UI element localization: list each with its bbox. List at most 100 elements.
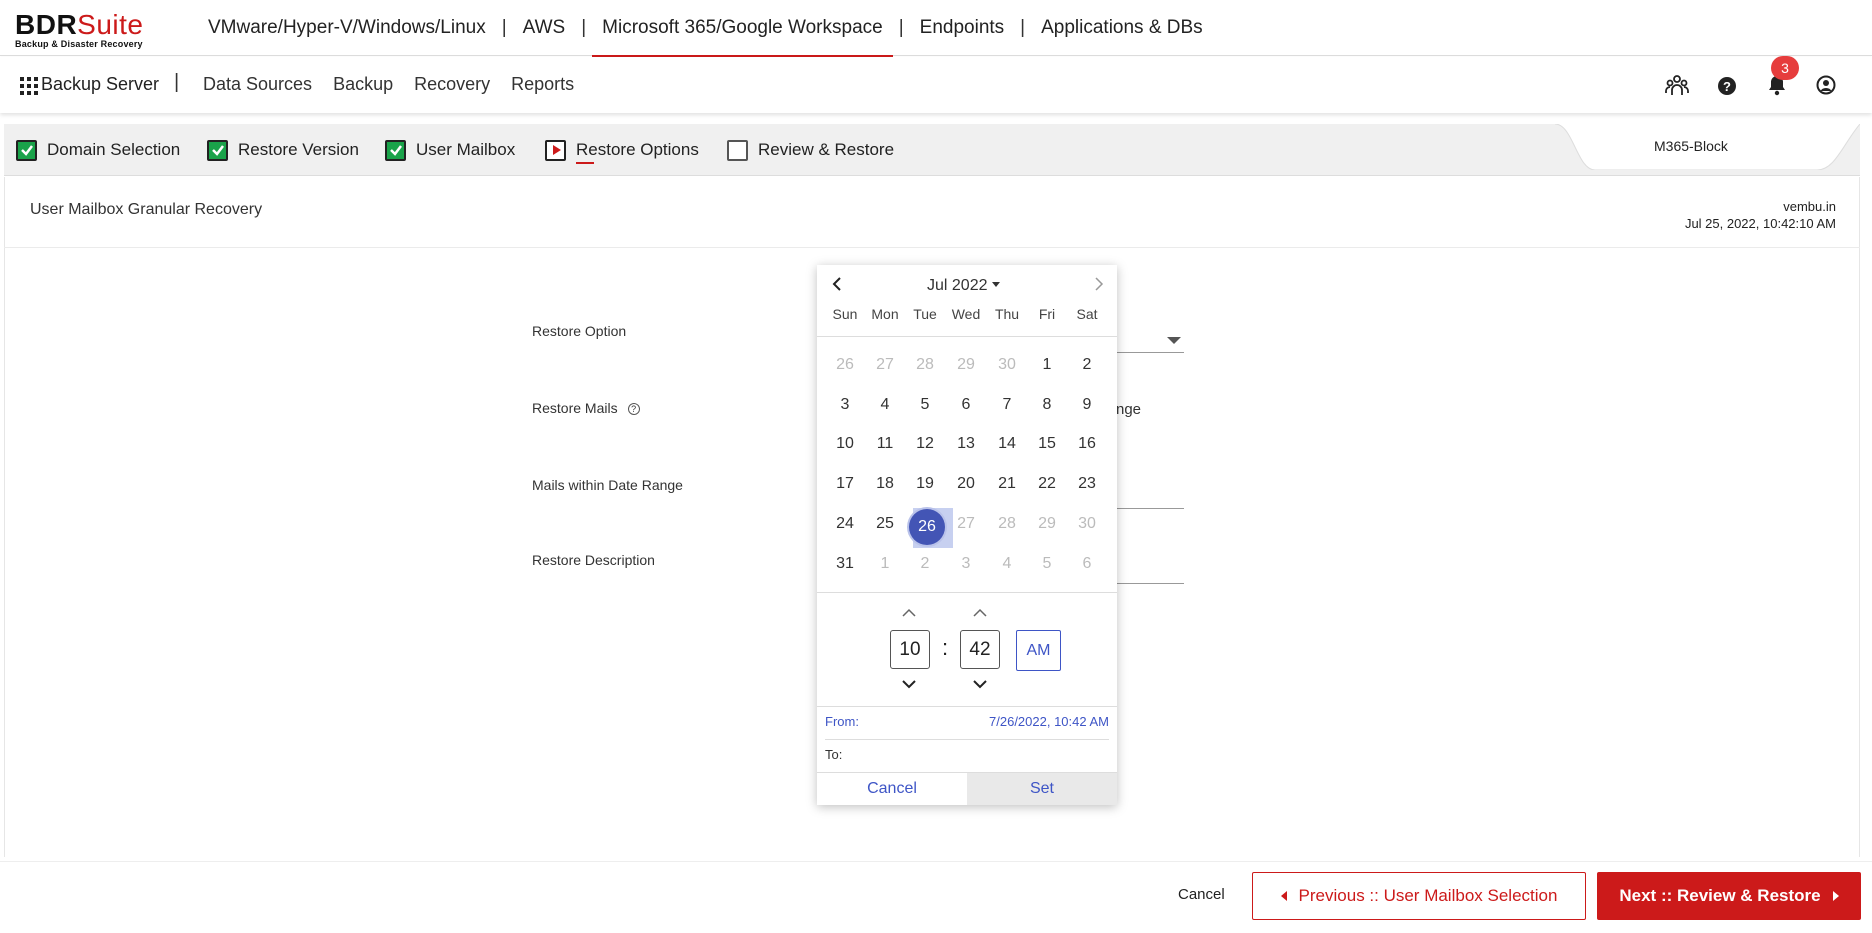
help-icon[interactable]: ? [1717,76,1737,96]
play-icon [545,139,566,161]
calendar-day[interactable]: 10 [825,435,865,453]
calendar-day: 4 [1002,555,1012,572]
top-nav-vmware[interactable]: VMware/Hyper-V/Windows/Linux [206,0,488,56]
minute-up-chevron-icon[interactable] [972,608,988,618]
weekday-header: Wed [951,306,981,322]
calendar-day[interactable]: 6 [946,396,986,414]
check-icon [207,139,228,161]
picker-set-button[interactable]: Set [967,772,1117,805]
date-time-picker: Jul 2022 Sun Mon Tue Wed Thu Fri Sat 26 2… [817,265,1117,805]
next-button[interactable]: Next :: Review & Restore [1597,872,1861,920]
nav-backup[interactable]: Backup [333,74,393,95]
chevron-right-icon[interactable] [1091,276,1107,292]
minute-field[interactable]: 42 [960,630,1000,669]
top-nav-separator: | [1020,17,1026,38]
am-pm-toggle[interactable]: AM [1016,630,1061,671]
calendar-day[interactable]: 20 [946,475,986,493]
backup-timestamp: Jul 25, 2022, 10:42:10 AM [1684,216,1836,231]
nav-reports[interactable]: Reports [511,74,574,95]
secondary-nav-separator: | [174,71,180,93]
selected-day[interactable]: 26 [909,509,945,545]
calendar-day[interactable]: 18 [865,475,905,493]
users-group-icon[interactable] [1665,74,1689,98]
nav-data-sources[interactable]: Data Sources [203,74,312,95]
calendar-day[interactable]: 25 [865,515,905,533]
step-domain-selection[interactable]: Domain Selection [16,139,180,161]
calendar-day[interactable]: 16 [1067,435,1107,453]
question-mark-icon[interactable]: ? [627,403,640,415]
calendar-day[interactable]: 7 [987,396,1027,414]
month-year-selector[interactable]: Jul 2022 [927,277,1000,295]
top-nav-aws[interactable]: AWS [521,0,568,56]
calendar-day[interactable]: 17 [825,475,865,493]
step-label: Restore Options [576,140,699,159]
from-value[interactable]: 7/26/2022, 10:42 AM [989,714,1109,729]
top-nav-separator: | [501,17,507,38]
top-nav-endpoints[interactable]: Endpoints [918,0,1007,56]
calendar-day[interactable]: 9 [1067,396,1107,414]
top-nav-applications[interactable]: Applications & DBs [1039,0,1205,56]
calendar-day: 1 [880,555,890,572]
step-label: Review & Restore [758,140,895,159]
chevron-left-icon[interactable] [829,276,845,292]
hour-down-chevron-icon[interactable] [901,679,917,689]
weekday-header: Fri [1038,306,1056,322]
check-icon [16,139,37,161]
calendar-day: 5 [1042,555,1052,572]
backup-job-name: M365-Block [1654,138,1728,154]
calendar-day[interactable]: 24 [825,515,865,533]
calendar-day[interactable]: 2 [1067,356,1107,374]
calendar-day[interactable]: 31 [825,555,865,573]
calendar-day[interactable]: 12 [905,435,945,453]
cancel-button[interactable]: Cancel [1178,886,1225,903]
calendar-day[interactable]: 4 [865,396,905,414]
restore-mails-option-text[interactable]: nge [1116,401,1141,418]
calendar-day[interactable]: 15 [1027,435,1067,453]
calendar-day: 2 [920,555,930,572]
backup-server-label[interactable]: Backup Server [41,74,159,95]
calendar-day[interactable]: 8 [1027,396,1067,414]
calendar-day[interactable]: 13 [946,435,986,453]
logo-text-suite: Suite [77,9,144,40]
calendar-day: 28 [998,515,1016,532]
calendar-day[interactable]: 21 [987,475,1027,493]
step-review-restore[interactable]: Review & Restore [727,139,894,161]
weekday-header: Tue [913,306,937,322]
calendar-day[interactable]: 1 [1027,356,1067,374]
domain-name: vembu.in [1783,199,1836,214]
month-year-label: Jul 2022 [927,277,988,294]
calendar-day[interactable]: 23 [1067,475,1107,493]
top-nav-separator: | [898,17,904,38]
logo-text-bdr: BDR [15,9,78,40]
app-grid-icon[interactable] [20,77,38,95]
calendar-divider [817,336,1117,337]
previous-button-label: Previous :: User Mailbox Selection [1298,886,1558,905]
calendar-day: 27 [957,515,975,532]
calendar-day[interactable]: 22 [1027,475,1067,493]
top-nav-microsoft-365[interactable]: Microsoft 365/Google Workspace [592,0,893,57]
step-restore-options[interactable]: Restore Options [545,139,699,161]
user-account-icon[interactable] [1816,75,1836,95]
calendar-day[interactable]: 11 [865,435,905,453]
calendar-day[interactable]: 14 [987,435,1027,453]
restore-option-dropdown-caret-icon[interactable] [1167,337,1181,344]
step-user-mailbox[interactable]: User Mailbox [385,139,515,161]
picker-cancel-button[interactable]: Cancel [817,772,967,805]
hour-up-chevron-icon[interactable] [901,608,917,618]
restore-mails-label: Restore Mails? [532,400,640,416]
to-label[interactable]: To: [825,747,842,762]
calendar-day[interactable]: 5 [905,396,945,414]
calendar-divider [817,706,1117,707]
calendar-day[interactable]: 3 [825,396,865,414]
step-restore-version[interactable]: Restore Version [207,139,359,161]
calendar-day: 28 [916,356,934,373]
nav-recovery[interactable]: Recovery [414,74,490,95]
bdrsuite-logo[interactable]: BDRSuite Backup & Disaster Recovery [15,9,144,50]
hour-field[interactable]: 10 [890,630,930,669]
header-divider [4,247,1860,248]
calendar-day[interactable]: 19 [905,475,945,493]
minute-down-chevron-icon[interactable] [972,679,988,689]
calendar-divider [817,592,1117,593]
previous-button[interactable]: Previous :: User Mailbox Selection [1252,872,1586,920]
logo-tagline: Backup & Disaster Recovery [15,39,143,49]
